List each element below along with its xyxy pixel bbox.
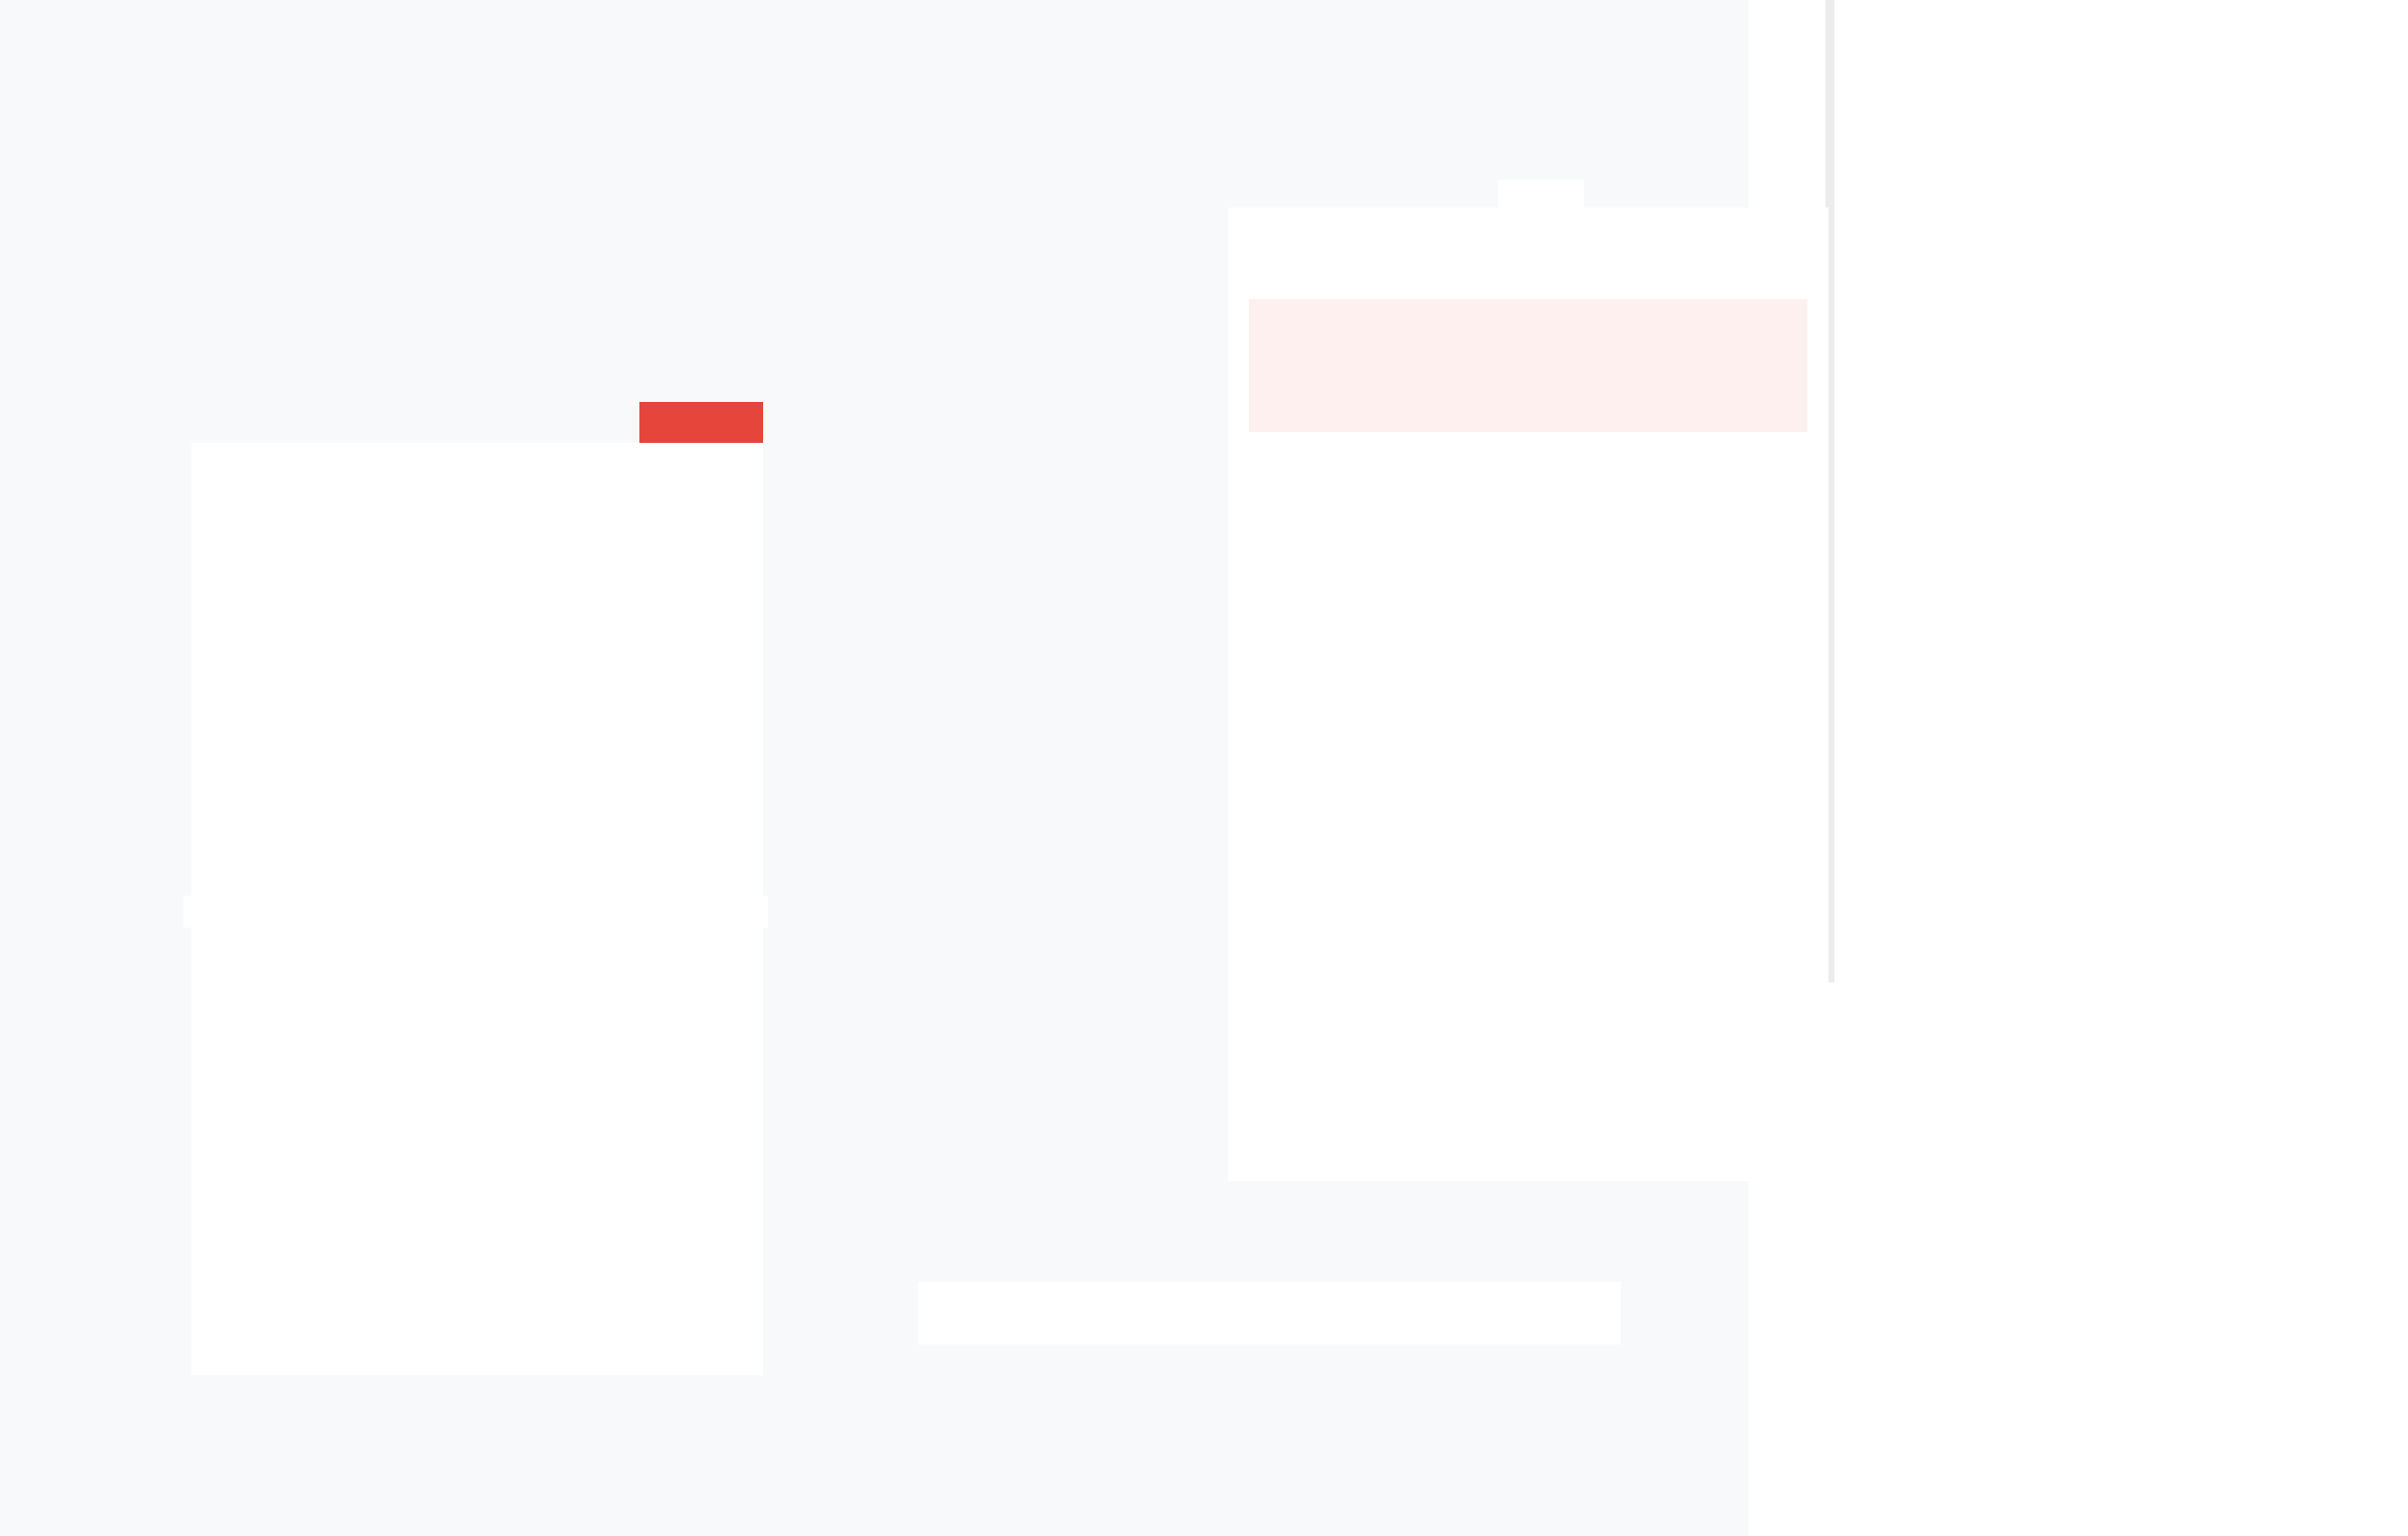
- text2-widget[interactable]: [192, 443, 763, 1375]
- error-box: [1249, 299, 1807, 432]
- animate-loading-row: [1867, 357, 2368, 401]
- height-select[interactable]: [1867, 523, 2368, 593]
- select-field[interactable]: [918, 1282, 1621, 1344]
- section-data-structure-example[interactable]: [1249, 499, 1807, 533]
- json-tree-view: [1249, 600, 1807, 1159]
- height-label: [1867, 483, 1927, 519]
- section-data-structure[interactable]: [1249, 443, 1807, 477]
- text2-error-badge[interactable]: [639, 402, 763, 443]
- tab-content[interactable]: [1861, 0, 1931, 79]
- popover-title: [1249, 240, 1301, 275]
- resize-handle-left[interactable]: [184, 896, 198, 928]
- drag-handle[interactable]: [1498, 180, 1584, 221]
- properties-section-header[interactable]: [1861, 104, 2380, 148]
- text-binding-input[interactable]: [1867, 209, 2368, 280]
- resize-handle-right[interactable]: [754, 896, 768, 928]
- text-property-label: [1867, 167, 1927, 202]
- select-label: [918, 1231, 1022, 1271]
- tab-style[interactable]: [1958, 0, 2024, 79]
- disable-link-parsing-row: [1867, 417, 2368, 461]
- section-evaluated-value[interactable]: [1249, 555, 1807, 588]
- visible-row: [1867, 297, 2368, 341]
